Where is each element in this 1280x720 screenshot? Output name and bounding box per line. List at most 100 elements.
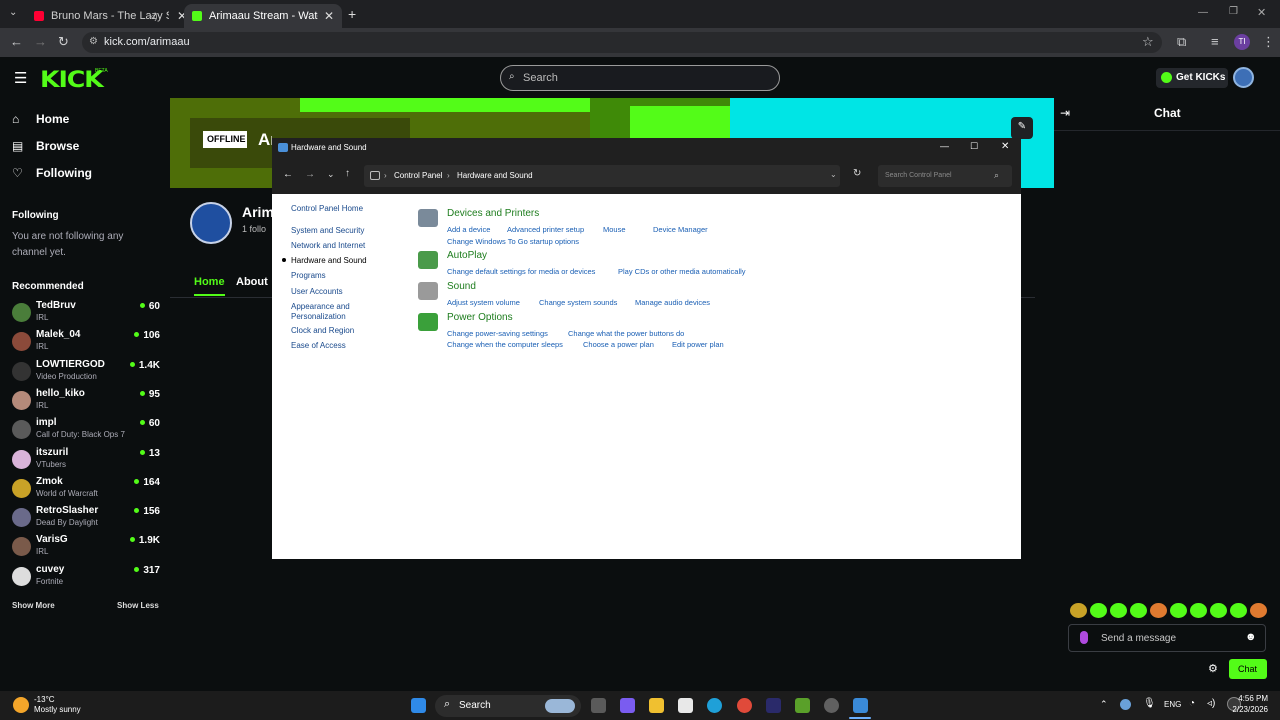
- category-link[interactable]: Change system sounds: [539, 298, 617, 307]
- maximize-icon[interactable]: ❐: [1229, 6, 1238, 17]
- minimize-icon[interactable]: —: [1198, 7, 1208, 18]
- file-explorer-icon[interactable]: [649, 698, 664, 713]
- cheat-engine-icon[interactable]: [766, 698, 781, 713]
- tab-arimaau-stream[interactable]: Arimaau Stream - Watch Live o ✕: [184, 4, 342, 28]
- volume-icon[interactable]: ◃): [1207, 698, 1215, 709]
- emote-icon[interactable]: [1150, 603, 1167, 618]
- control-panel-taskbar-icon[interactable]: [853, 698, 868, 713]
- channel-tab-about[interactable]: About: [236, 276, 268, 288]
- chrome-icon[interactable]: [737, 698, 752, 713]
- forward-icon[interactable]: →: [34, 34, 47, 49]
- recommended-channel[interactable]: hello_kiko IRL 95: [12, 388, 160, 414]
- address-dropdown-icon[interactable]: ⌄: [830, 170, 837, 179]
- edge-icon[interactable]: [707, 698, 722, 713]
- reload-icon[interactable]: ↻: [58, 34, 69, 50]
- breadcrumb-control-panel[interactable]: Control Panel: [394, 171, 442, 180]
- task-view-icon[interactable]: [591, 698, 606, 713]
- tab-bruno-mars[interactable]: Bruno Mars - The Lazy Song ◃) ✕: [26, 4, 187, 28]
- recommended-channel[interactable]: Zmok World of Warcraft 164: [12, 476, 160, 502]
- left-nav-appearance-and-personalization[interactable]: Appearance and Personalization: [291, 302, 361, 322]
- emote-icon[interactable]: [1090, 603, 1107, 618]
- nav-home[interactable]: ⌂ Home: [12, 112, 69, 126]
- recommended-channel[interactable]: RetroSlasher Dead By Daylight 156: [12, 505, 160, 531]
- category-link[interactable]: Change default settings for media or dev…: [447, 267, 595, 276]
- show-more-link[interactable]: Show More: [12, 601, 55, 610]
- category-link[interactable]: Choose a power plan: [583, 340, 654, 349]
- profile-avatar[interactable]: TI: [1234, 34, 1250, 50]
- language-indicator[interactable]: ENG: [1164, 700, 1181, 709]
- emote-icon[interactable]: [1170, 603, 1187, 618]
- speaker-icon[interactable]: [418, 282, 438, 300]
- wifi-icon[interactable]: ◔: [1189, 698, 1195, 709]
- left-nav-system-and-security[interactable]: System and Security: [291, 226, 364, 235]
- tray-app-icon[interactable]: [1120, 699, 1131, 710]
- category-link[interactable]: Mouse: [603, 225, 626, 234]
- category-title-autoplay[interactable]: AutoPlay: [447, 250, 487, 261]
- recommended-channel[interactable]: itszuril VTubers 13: [12, 447, 160, 473]
- category-link[interactable]: Adjust system volume: [447, 298, 520, 307]
- emote-icon[interactable]: [1250, 603, 1267, 618]
- category-link[interactable]: Device Manager: [653, 225, 708, 234]
- category-link[interactable]: Change Windows To Go startup options: [447, 237, 579, 246]
- show-less-link[interactable]: Show Less: [117, 601, 159, 610]
- browser-menu-icon[interactable]: ⋮: [1262, 34, 1275, 50]
- recommended-channel[interactable]: impl Call of Duty: Black Ops 7 60: [12, 417, 160, 443]
- settings-icon[interactable]: [824, 698, 839, 713]
- left-nav-control-panel-home[interactable]: Control Panel Home: [291, 204, 363, 213]
- microphone-icon[interactable]: [1080, 631, 1088, 644]
- emote-icon[interactable]: [1130, 603, 1147, 618]
- copilot-icon[interactable]: [620, 698, 635, 713]
- category-link[interactable]: Change when the computer sleeps: [447, 340, 563, 349]
- category-title-sound[interactable]: Sound: [447, 281, 476, 292]
- send-message-input[interactable]: Send a message ☻: [1068, 624, 1266, 652]
- back-icon[interactable]: ←: [10, 34, 23, 49]
- microsoft-store-icon[interactable]: [678, 698, 693, 713]
- category-link[interactable]: Change what the power buttons do: [568, 329, 684, 338]
- microphone-icon[interactable]: 🎙: [1143, 698, 1156, 709]
- minimize-icon[interactable]: —: [940, 141, 949, 151]
- emoji-icon[interactable]: ☻: [1245, 631, 1257, 643]
- category-link[interactable]: Manage audio devices: [635, 298, 710, 307]
- emote-icon[interactable]: [1070, 603, 1087, 618]
- bookmark-star-icon[interactable]: ☆: [1142, 34, 1154, 50]
- extensions-icon[interactable]: ⧉: [1177, 34, 1186, 50]
- category-title-devices-and-printers[interactable]: Devices and Printers: [447, 208, 539, 219]
- media-controls-icon[interactable]: ≡: [1211, 34, 1219, 49]
- sun-icon[interactable]: [13, 697, 29, 713]
- left-nav-hardware-and-sound[interactable]: Hardware and Sound: [291, 256, 367, 265]
- close-icon[interactable]: ✕: [1001, 141, 1009, 152]
- chat-send-button[interactable]: Chat: [1229, 659, 1267, 679]
- emote-icon[interactable]: [1230, 603, 1247, 618]
- category-link[interactable]: Change power-saving settings: [447, 329, 548, 338]
- address-bar[interactable]: ⚙ kick.com/arimaau: [82, 32, 1162, 53]
- recommended-channel[interactable]: Malek_04 IRL 106: [12, 329, 160, 355]
- kick-search-input[interactable]: ⌕ Search: [500, 65, 780, 91]
- category-link[interactable]: Edit power plan: [672, 340, 724, 349]
- up-icon[interactable]: ↑: [345, 168, 350, 179]
- printer-icon[interactable]: [418, 209, 438, 227]
- left-nav-clock-and-region[interactable]: Clock and Region: [291, 326, 354, 335]
- category-link[interactable]: Add a device: [447, 225, 490, 234]
- close-window-icon[interactable]: ✕: [1257, 6, 1266, 19]
- clock-time[interactable]: 4:56 PM: [1236, 694, 1268, 703]
- tab-search-chevron-icon[interactable]: ⌄: [9, 7, 17, 18]
- nav-following[interactable]: ♡ Following: [12, 166, 92, 180]
- breadcrumb-hardware-and-sound[interactable]: Hardware and Sound: [457, 171, 533, 180]
- emote-icon[interactable]: [1210, 603, 1227, 618]
- recommended-channel[interactable]: VarisG IRL 1.9K: [12, 534, 160, 560]
- recent-locations-icon[interactable]: ⌄: [327, 169, 335, 180]
- get-kicks-button[interactable]: Get KICKs: [1156, 68, 1228, 88]
- back-icon[interactable]: ←: [283, 169, 293, 180]
- category-title-power-options[interactable]: Power Options: [447, 312, 513, 323]
- emote-icon[interactable]: [1110, 603, 1127, 618]
- minecraft-icon[interactable]: [795, 698, 810, 713]
- close-tab-icon[interactable]: ✕: [324, 9, 334, 23]
- user-avatar[interactable]: [1233, 67, 1254, 88]
- recommended-channel[interactable]: LOWTIERGOD Video Production 1.4K: [12, 359, 160, 385]
- autoplay-icon[interactable]: [418, 251, 438, 269]
- new-tab-icon[interactable]: +: [348, 6, 356, 22]
- collapse-chat-icon[interactable]: ⇥: [1060, 106, 1070, 120]
- maximize-icon[interactable]: ☐: [970, 141, 978, 152]
- recommended-channel[interactable]: cuvey Fortnite 317: [12, 564, 160, 590]
- category-link[interactable]: Play CDs or other media automatically: [618, 267, 746, 276]
